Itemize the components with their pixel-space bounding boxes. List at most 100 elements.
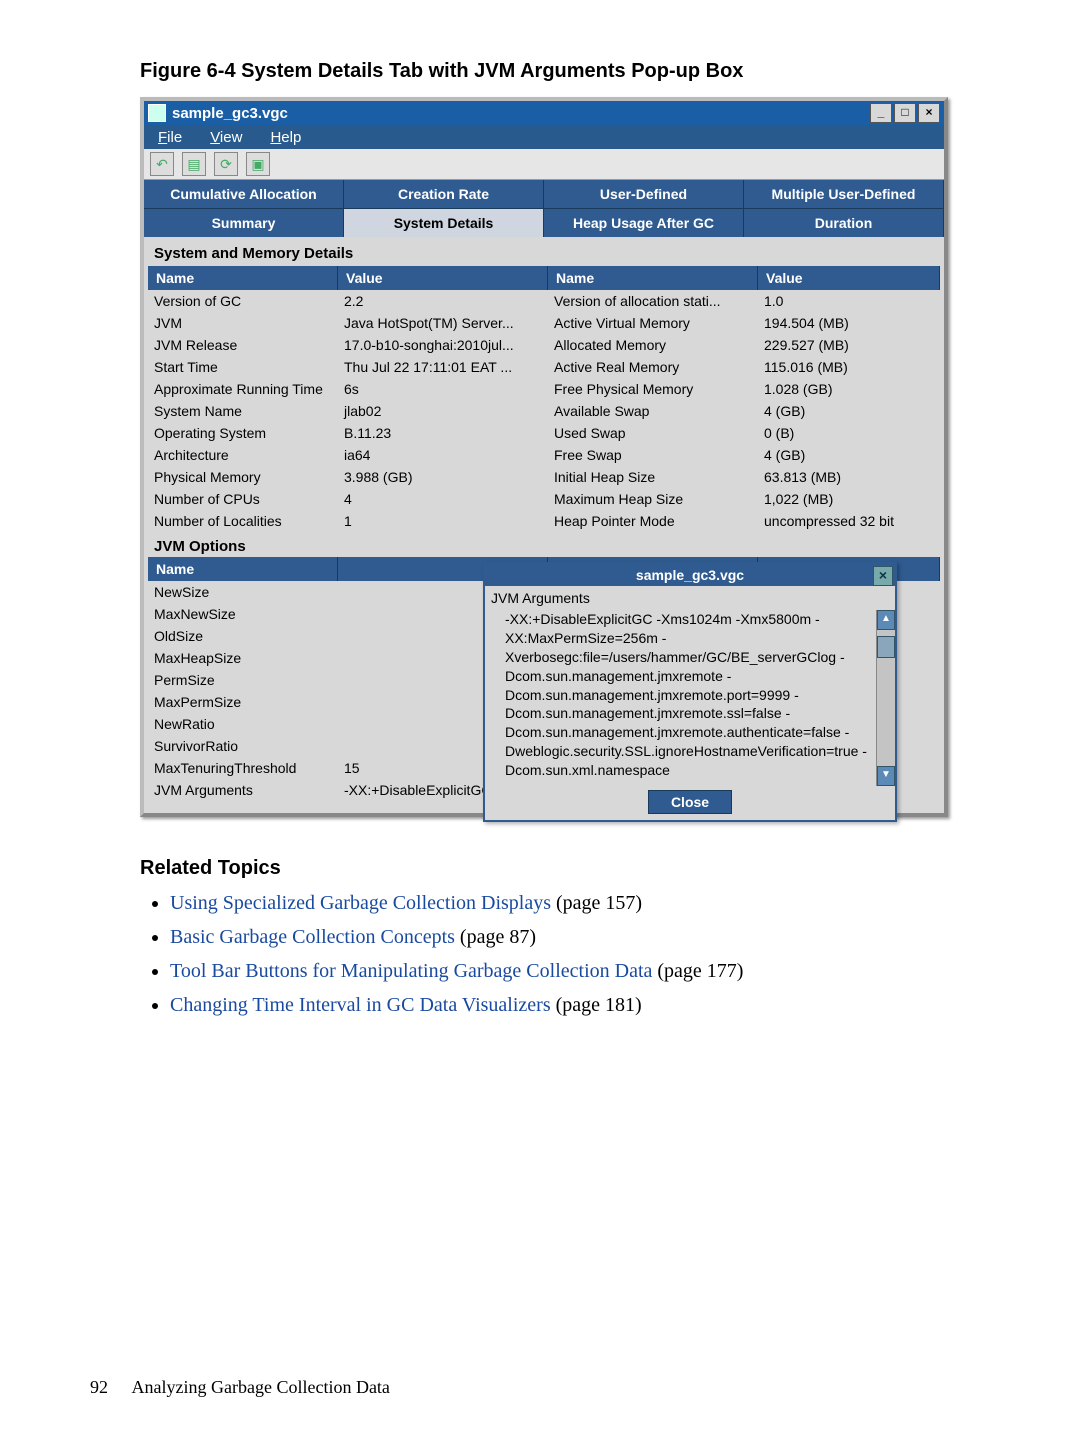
scroll-thumb[interactable] xyxy=(877,636,895,658)
tab-summary[interactable]: Summary xyxy=(144,209,344,237)
col-value2: Value xyxy=(758,266,940,290)
col-value: Value xyxy=(338,266,548,290)
cell-value2: 0 (B) xyxy=(758,422,940,444)
popup-close-icon[interactable]: × xyxy=(873,566,893,586)
cell-value: 3.988 (GB) xyxy=(338,466,548,488)
save-icon[interactable]: ▣ xyxy=(246,152,270,176)
close-button[interactable]: × xyxy=(918,103,940,123)
footer-text: Analyzing Garbage Collection Data xyxy=(132,1377,390,1397)
cell-name2: Maximum Heap Size xyxy=(548,488,758,510)
maximize-button[interactable]: □ xyxy=(894,103,916,123)
table-row: Number of Localities1Heap Pointer Modeun… xyxy=(148,510,940,532)
cell-name: NewRatio xyxy=(148,713,338,735)
cell-value: 1 xyxy=(338,510,548,532)
tab-user-defined[interactable]: User-Defined xyxy=(544,180,744,208)
cell-name2: Active Real Memory xyxy=(548,356,758,378)
table-row: Operating SystemB.11.23Used Swap0 (B) xyxy=(148,422,940,444)
cell-value: Java HotSpot(TM) Server... xyxy=(338,312,548,334)
cell-name: SurvivorRatio xyxy=(148,735,338,757)
related-link[interactable]: Using Specialized Garbage Collection Dis… xyxy=(170,892,551,914)
cell-value2: 63.813 (MB) xyxy=(758,466,940,488)
jvm-col-name: Name xyxy=(148,557,338,581)
cell-name: MaxHeapSize xyxy=(148,647,338,669)
tab-multiple-user-defined[interactable]: Multiple User-Defined xyxy=(744,180,944,208)
table-row: JVM Release17.0-b10-songhai:2010jul...Al… xyxy=(148,334,940,356)
cell-value: B.11.23 xyxy=(338,422,548,444)
cell-value: jlab02 xyxy=(338,400,548,422)
scroll-down-icon[interactable]: ▼ xyxy=(877,766,895,786)
list-item: Using Specialized Garbage Collection Dis… xyxy=(170,886,990,920)
menu-help-rest: elp xyxy=(281,129,301,146)
col-name2: Name xyxy=(548,266,758,290)
page-footer: 92 Analyzing Garbage Collection Data xyxy=(90,1377,390,1398)
menu-help[interactable]: Help xyxy=(256,129,315,146)
cell-name: MaxPermSize xyxy=(148,691,338,713)
table-row: Architectureia64Free Swap4 (GB) xyxy=(148,444,940,466)
popup-scrollbar[interactable]: ▲ ▼ xyxy=(876,610,895,786)
cell-name2: Initial Heap Size xyxy=(548,466,758,488)
cell-name: System Name xyxy=(148,400,338,422)
jvm-arguments-popup: sample_gc3.vgc × JVM Arguments -XX:+Disa… xyxy=(483,562,897,822)
cell-name2: Active Virtual Memory xyxy=(548,312,758,334)
titlebar[interactable]: sample_gc3.vgc _ □ × xyxy=(144,101,944,125)
popup-close-button[interactable]: Close xyxy=(648,790,732,814)
tab-creation-rate[interactable]: Creation Rate xyxy=(344,180,544,208)
related-page: (page 157) xyxy=(551,892,642,914)
refresh-icon[interactable]: ⟳ xyxy=(214,152,238,176)
tab-heap-usage[interactable]: Heap Usage After GC xyxy=(544,209,744,237)
tabs-row-2: Summary System Details Heap Usage After … xyxy=(144,208,944,237)
toolbar: ↶ ▤ ⟳ ▣ xyxy=(144,149,944,180)
menu-file[interactable]: File xyxy=(144,129,196,146)
popup-subtitle: JVM Arguments xyxy=(485,586,895,610)
popup-body-text: -XX:+DisableExplicitGC -Xms1024m -Xmx580… xyxy=(485,610,876,786)
popup-titlebar[interactable]: sample_gc3.vgc × xyxy=(485,564,895,586)
section-system-memory-title: System and Memory Details xyxy=(148,239,940,266)
table-row: Version of GC2.2Version of allocation st… xyxy=(148,290,940,312)
window-title: sample_gc3.vgc xyxy=(172,105,288,122)
list-item: Tool Bar Buttons for Manipulating Garbag… xyxy=(170,954,990,988)
related-link[interactable]: Changing Time Interval in GC Data Visual… xyxy=(170,994,551,1016)
cell-value2: 115.016 (MB) xyxy=(758,356,940,378)
system-table-rows: Version of GC2.2Version of allocation st… xyxy=(148,290,940,532)
app-icon xyxy=(148,104,166,122)
related-link[interactable]: Tool Bar Buttons for Manipulating Garbag… xyxy=(170,960,652,982)
cell-value2: 4 (GB) xyxy=(758,444,940,466)
cell-value2: 1,022 (MB) xyxy=(758,488,940,510)
cell-value2: 1.028 (GB) xyxy=(758,378,940,400)
cell-value2: 194.504 (MB) xyxy=(758,312,940,334)
popup-title-text: sample_gc3.vgc xyxy=(636,567,744,583)
tab-system-details[interactable]: System Details xyxy=(344,209,544,237)
tab-cumulative-allocation[interactable]: Cumulative Allocation xyxy=(144,180,344,208)
jvm-options-title: JVM Options xyxy=(148,532,940,557)
scroll-up-icon[interactable]: ▲ xyxy=(877,610,895,630)
related-link[interactable]: Basic Garbage Collection Concepts xyxy=(170,926,455,948)
cell-name: NewSize xyxy=(148,581,338,603)
related-page: (page 177) xyxy=(652,960,743,982)
cell-value2: uncompressed 32 bit xyxy=(758,510,940,532)
cell-name: JVM xyxy=(148,312,338,334)
menu-view[interactable]: View xyxy=(196,129,256,146)
cell-name: Start Time xyxy=(148,356,338,378)
list-item: Changing Time Interval in GC Data Visual… xyxy=(170,988,990,1022)
table-row: System Namejlab02Available Swap4 (GB) xyxy=(148,400,940,422)
scroll-track[interactable] xyxy=(877,630,895,766)
figure-caption: Figure 6-4 System Details Tab with JVM A… xyxy=(140,60,990,83)
table-row: Number of CPUs4Maximum Heap Size1,022 (M… xyxy=(148,488,940,510)
cell-value: 4 xyxy=(338,488,548,510)
cell-value2: 4 (GB) xyxy=(758,400,940,422)
related-page: (page 181) xyxy=(551,994,642,1016)
cell-value: ia64 xyxy=(338,444,548,466)
cell-value: Thu Jul 22 17:11:01 EAT ... xyxy=(338,356,548,378)
cell-value2: 229.527 (MB) xyxy=(758,334,940,356)
minimize-button[interactable]: _ xyxy=(870,103,892,123)
cell-name: Number of CPUs xyxy=(148,488,338,510)
cell-name2: Used Swap xyxy=(548,422,758,444)
tab-duration[interactable]: Duration xyxy=(744,209,944,237)
menubar: File View Help xyxy=(144,125,944,149)
cell-name: Physical Memory xyxy=(148,466,338,488)
cell-name: PermSize xyxy=(148,669,338,691)
back-icon[interactable]: ↶ xyxy=(150,152,174,176)
document-icon[interactable]: ▤ xyxy=(182,152,206,176)
related-page: (page 87) xyxy=(455,926,536,948)
cell-name2: Free Swap xyxy=(548,444,758,466)
